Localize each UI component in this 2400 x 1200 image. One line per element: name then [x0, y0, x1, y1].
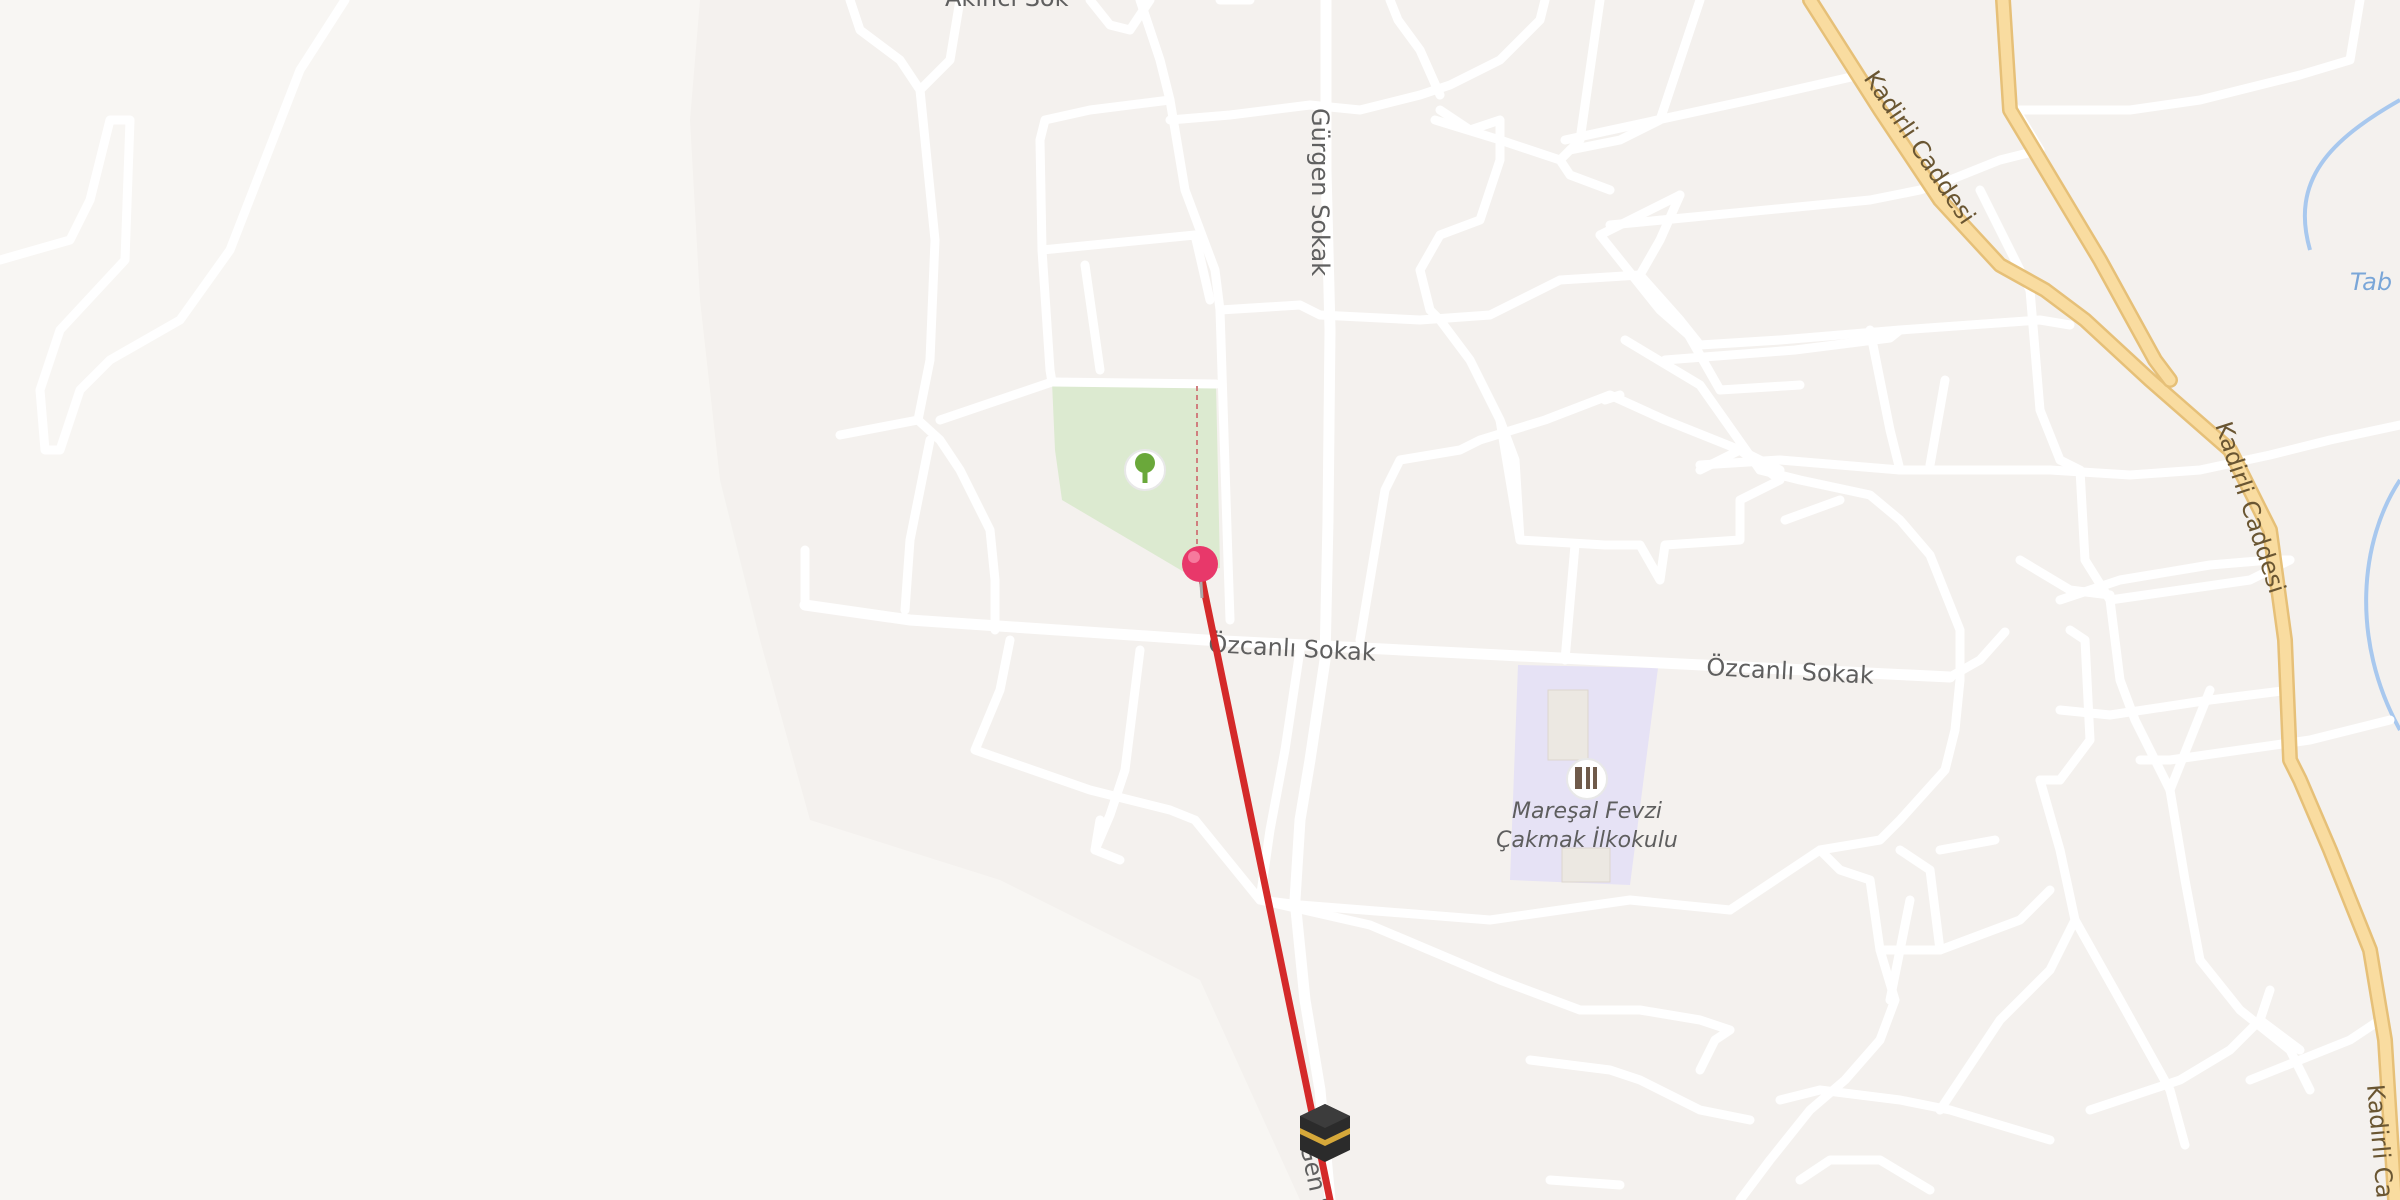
- tree-icon[interactable]: [1124, 449, 1166, 491]
- school-name-line2: Çakmak İlkokulu: [1496, 827, 1678, 853]
- road-label-ozcanli-left: Özcanlı Sokak: [1208, 629, 1377, 667]
- kadirli-caddesi-road: [1802, 0, 2400, 1200]
- road-label-kadirli-2: Kadirli Caddesi: [2209, 418, 2291, 597]
- road-label-ozcanli-right: Özcanlı Sokak: [1706, 652, 1875, 690]
- school-icon[interactable]: [1566, 758, 1608, 800]
- water-label: Tab: [2350, 268, 2392, 296]
- location-pin-icon[interactable]: [1182, 546, 1218, 599]
- stream: [2302, 98, 2400, 251]
- map-canvas[interactable]: Tab Gürgen Sokak Gen S Özcanlı Sokak Özc…: [0, 0, 2400, 1200]
- school-building: [1547, 689, 1589, 761]
- road-label-gurgen: Gürgen Sokak: [1306, 108, 1334, 276]
- road-label-top: Akıncı Sok: [945, 0, 1069, 12]
- school-name-line1: Mareşal Fevzi: [1512, 799, 1662, 824]
- terrain-area: [0, 0, 1300, 1200]
- school-building: [1561, 847, 1611, 883]
- kaaba-icon[interactable]: [1300, 1104, 1350, 1162]
- road-label-kadirli-1: Kadirli Caddesi: [1858, 66, 1981, 230]
- map-view[interactable]: Tab Gürgen Sokak Gen S Özcanlı Sokak Özc…: [0, 0, 2400, 1200]
- stream: [2364, 478, 2400, 731]
